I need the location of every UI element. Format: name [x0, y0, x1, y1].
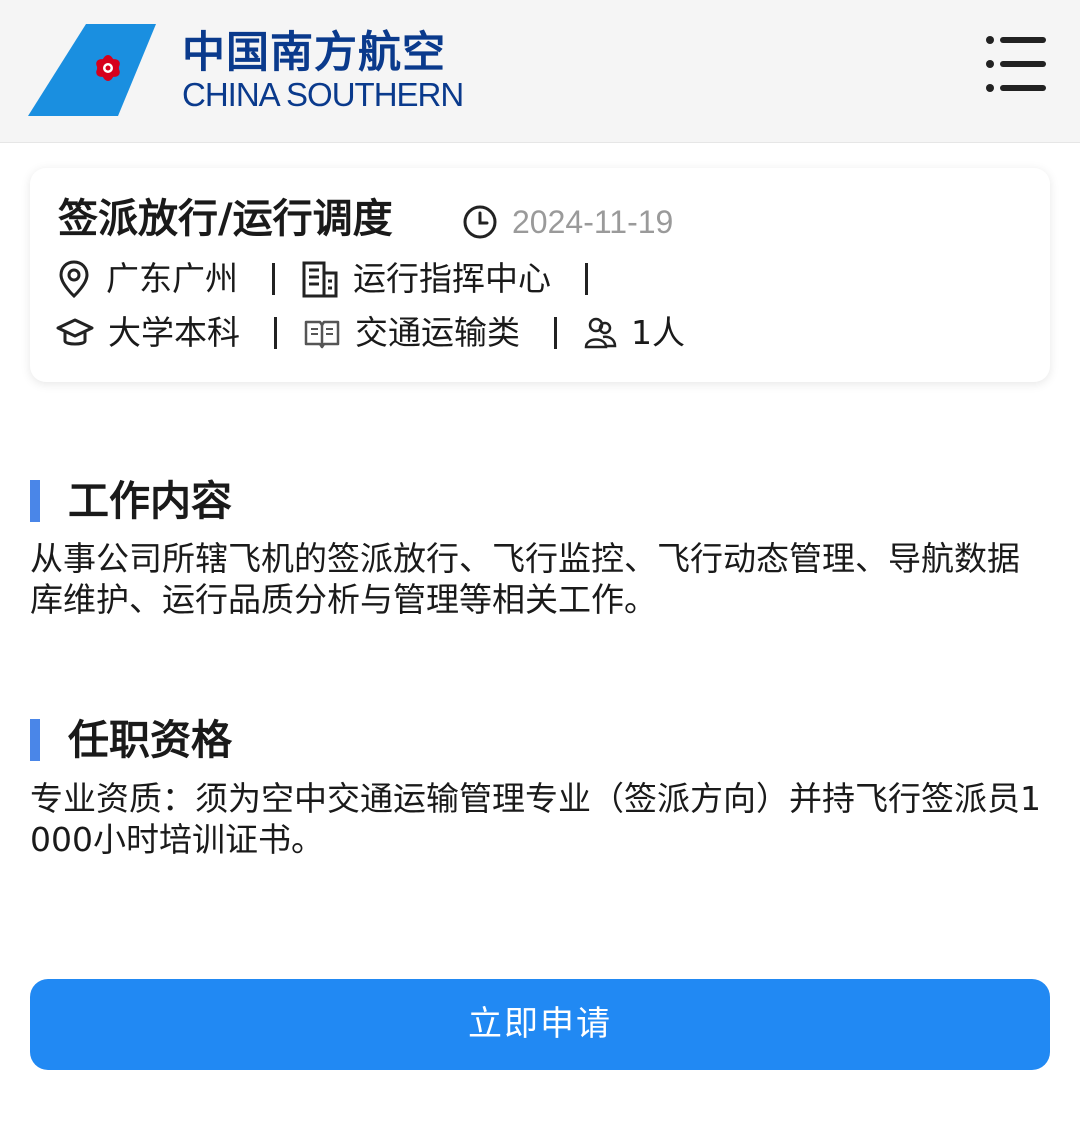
job-location: 广东广州 — [56, 256, 238, 302]
section-accent-bar — [30, 480, 40, 522]
separator — [554, 317, 557, 349]
people-icon — [584, 317, 617, 349]
clock-icon — [463, 205, 497, 239]
job-content-text: 从事公司所辖飞机的签派放行、飞行监控、飞行动态管理、导航数据库维护、运行品质分析… — [30, 539, 1020, 619]
job-content-title: 工作内容 — [68, 477, 232, 525]
job-department-text: 运行指挥中心 — [353, 259, 551, 298]
section-accent-bar — [30, 719, 40, 761]
brand-name-en: CHINA SOUTHERN — [182, 76, 464, 113]
graduation-cap-icon — [56, 318, 94, 346]
separator — [585, 263, 588, 295]
brand-name-cn: 中国南方航空 — [182, 28, 446, 78]
location-pin-icon — [59, 260, 89, 299]
qualification-text: 专业资质：须为空中交通运输管理专业（签派方向）并持飞行签派员1000小时培训证书… — [30, 779, 1041, 859]
book-icon — [304, 320, 340, 349]
china-southern-logo-icon — [28, 24, 156, 116]
job-education-text: 大学本科 — [108, 313, 240, 352]
job-meta-row-2: 大学本科 交通运输类 1人 — [56, 310, 685, 356]
qualification-title: 任职资格 — [68, 716, 232, 764]
separator — [272, 263, 275, 295]
job-meta-row-1: 广东广州 运行指挥中心 — [56, 256, 614, 302]
qualification-heading: 任职资格 — [30, 715, 232, 765]
job-major: 交通运输类 — [303, 310, 520, 356]
job-summary-card: 签派放行/运行调度 2024-11-19 广东广州 运行指挥中心 大学本科 交通… — [30, 168, 1050, 382]
menu-icon[interactable] — [982, 34, 1048, 94]
job-content-heading: 工作内容 — [30, 476, 232, 526]
job-education: 大学本科 — [56, 310, 240, 356]
post-date-text: 2024-11-19 — [512, 203, 674, 240]
job-title: 签派放行/运行调度 — [58, 196, 393, 242]
job-location-text: 广东广州 — [106, 259, 238, 298]
job-headcount: 1人 — [583, 310, 685, 356]
job-major-text: 交通运输类 — [355, 313, 520, 352]
separator — [274, 317, 277, 349]
job-headcount-text: 1人 — [631, 313, 685, 352]
post-date: 2024-11-19 — [462, 202, 673, 242]
building-icon — [302, 261, 338, 298]
job-department: 运行指挥中心 — [301, 256, 551, 302]
app-header: 中国南方航空 CHINA SOUTHERN — [0, 0, 1080, 143]
apply-now-button[interactable]: 立即申请 — [30, 979, 1050, 1070]
